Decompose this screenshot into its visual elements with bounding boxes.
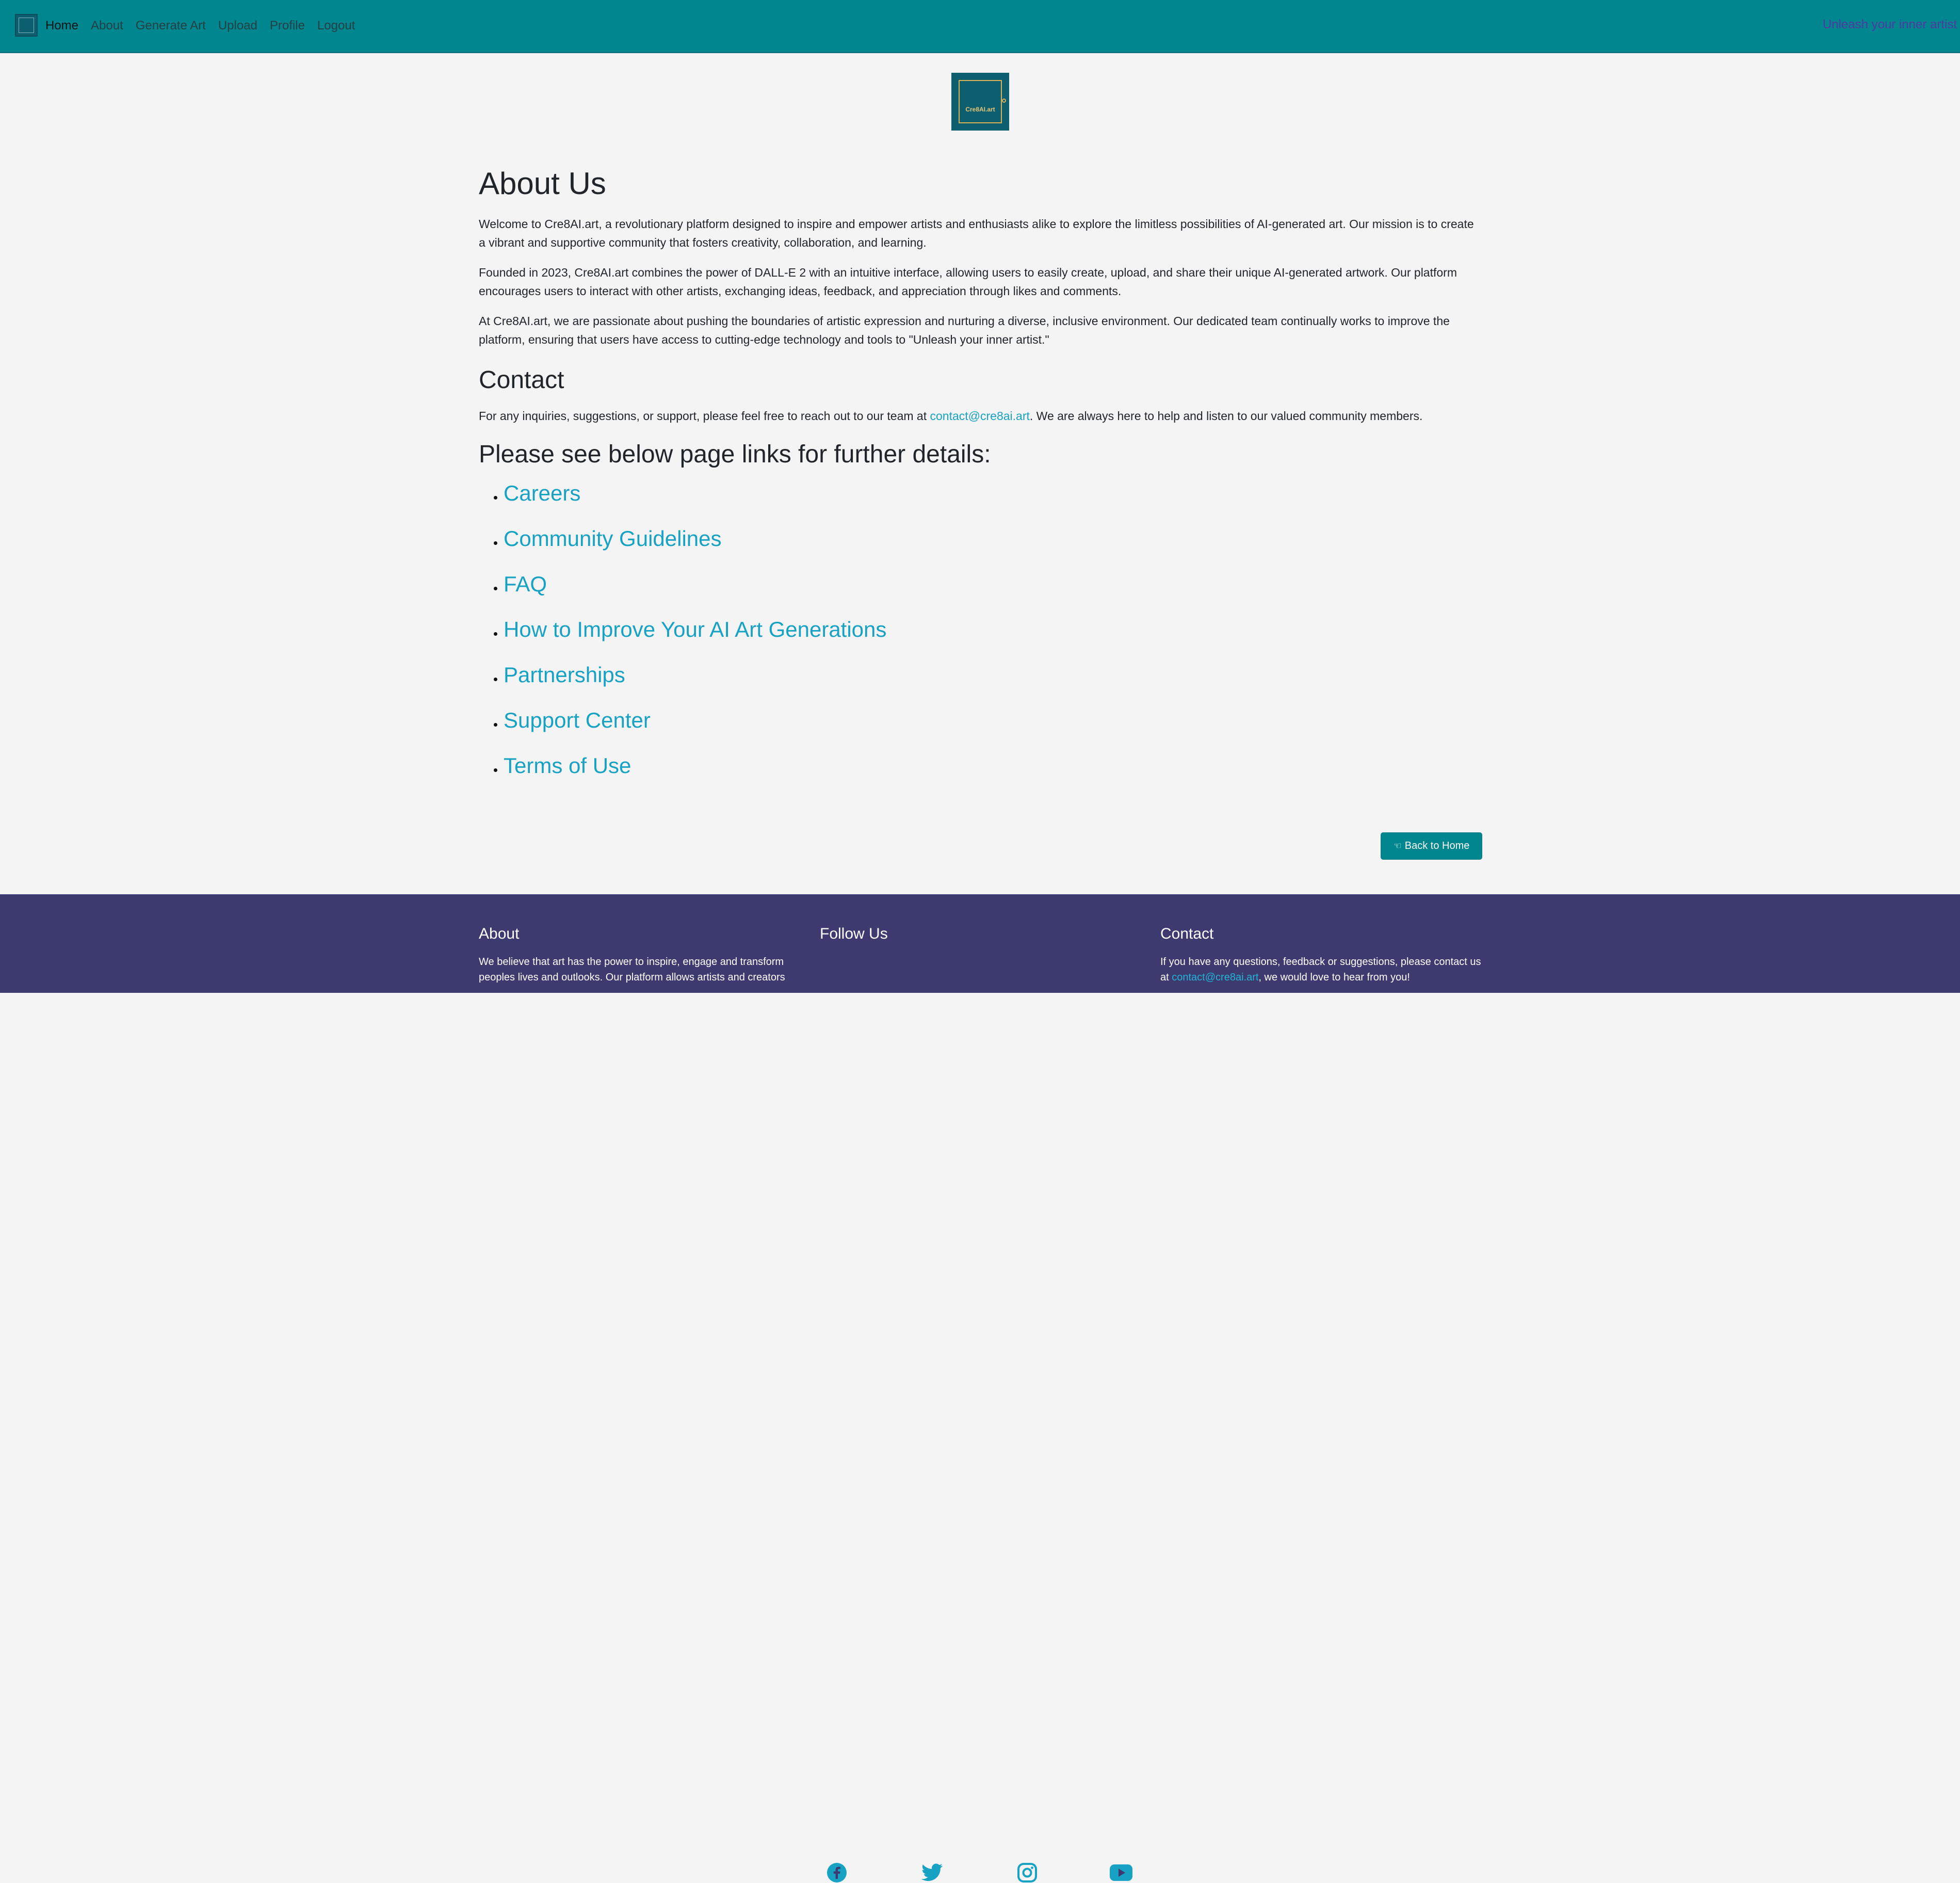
main-content: About Us Welcome to Cre8AI.art, a revolu… bbox=[479, 165, 1482, 798]
contact-text-after: . We are always here to help and listen … bbox=[1029, 409, 1423, 423]
logo-frame bbox=[19, 18, 34, 33]
contact-text-before: For any inquiries, suggestions, or suppo… bbox=[479, 409, 930, 423]
contact-paragraph: For any inquiries, suggestions, or suppo… bbox=[479, 407, 1482, 425]
link-improve-ai-art[interactable]: How to Improve Your AI Art Generations bbox=[504, 617, 886, 641]
youtube-icon[interactable] bbox=[1109, 1864, 1133, 1881]
footer-follow-title: Follow Us bbox=[820, 925, 888, 942]
bullet bbox=[494, 496, 497, 500]
link-partnerships[interactable]: Partnerships bbox=[504, 663, 625, 687]
link-community-guidelines[interactable]: Community Guidelines bbox=[504, 526, 722, 551]
bullet bbox=[494, 632, 497, 636]
nav-logout[interactable]: Logout bbox=[317, 19, 355, 33]
list-item: Support Center bbox=[494, 707, 1482, 733]
bullet bbox=[494, 768, 497, 772]
footer-contact: Contact If you have any questions, feedb… bbox=[1160, 925, 1485, 985]
nav-links: Home About Generate Art Upload Profile L… bbox=[45, 0, 367, 52]
footer-about-title: About bbox=[479, 925, 520, 942]
back-to-home-button[interactable]: ☜ Back to Home bbox=[1381, 832, 1482, 860]
list-item: Terms of Use bbox=[494, 753, 1482, 779]
link-faq[interactable]: FAQ bbox=[504, 572, 547, 596]
back-to-home-label: Back to Home bbox=[1404, 840, 1470, 851]
bullet bbox=[494, 541, 497, 545]
link-terms-of-use[interactable]: Terms of Use bbox=[504, 753, 631, 778]
footer-contact-email-link[interactable]: contact@cre8ai.art bbox=[1172, 972, 1258, 983]
nav-about[interactable]: About bbox=[91, 19, 123, 33]
footer-follow: Follow Us bbox=[820, 925, 1145, 943]
link-support-center[interactable]: Support Center bbox=[504, 708, 651, 732]
list-item: Community Guidelines bbox=[494, 526, 1482, 552]
facebook-icon[interactable] bbox=[827, 1862, 847, 1883]
footer: About We believe that art has the power … bbox=[0, 894, 1960, 1882]
twitter-icon[interactable] bbox=[921, 1863, 943, 1882]
contact-email-link[interactable]: contact@cre8ai.art bbox=[930, 409, 1029, 423]
about-paragraph-3: At Cre8AI.art, we are passionate about p… bbox=[479, 314, 1450, 346]
list-item: FAQ bbox=[494, 571, 1482, 597]
bullet bbox=[494, 678, 497, 682]
nav-profile[interactable]: Profile bbox=[270, 19, 305, 33]
footer-about: About We believe that art has the power … bbox=[479, 925, 804, 985]
navbar: Home About Generate Art Upload Profile L… bbox=[0, 0, 1960, 53]
further-details-title: Please see below page links for further … bbox=[479, 440, 991, 468]
about-title: About Us bbox=[479, 166, 606, 201]
contact-title: Contact bbox=[479, 366, 564, 394]
logo-text: Cre8AI.art bbox=[965, 106, 995, 113]
nav-generate-art[interactable]: Generate Art bbox=[136, 19, 206, 33]
nav-upload[interactable]: Upload bbox=[218, 19, 257, 33]
about-paragraph-2: Founded in 2023, Cre8AI.art combines the… bbox=[479, 266, 1457, 298]
list-item: Partnerships bbox=[494, 662, 1482, 688]
nav-tagline: Unleash your inner artist bbox=[1822, 18, 1957, 31]
logo-dot bbox=[1002, 99, 1006, 103]
footer-contact-after: , we would love to hear from you! bbox=[1258, 972, 1410, 983]
about-paragraph-1: Welcome to Cre8AI.art, a revolutionary p… bbox=[479, 217, 1474, 249]
hand-pointing-left-icon: ☜ bbox=[1393, 841, 1402, 851]
page-links-list: Careers Community Guidelines FAQ How to … bbox=[479, 480, 1482, 779]
footer-contact-text: If you have any questions, feedback or s… bbox=[1160, 954, 1485, 985]
bullet bbox=[494, 587, 497, 591]
link-careers[interactable]: Careers bbox=[504, 481, 580, 505]
instagram-icon[interactable] bbox=[1017, 1862, 1038, 1883]
list-item: Careers bbox=[494, 480, 1482, 506]
bullet bbox=[494, 723, 497, 727]
list-item: How to Improve Your AI Art Generations bbox=[494, 617, 1482, 642]
logo-frame bbox=[959, 80, 1002, 123]
nav-logo[interactable] bbox=[15, 14, 38, 37]
nav-home[interactable]: Home bbox=[45, 19, 78, 33]
site-logo: Cre8AI.art bbox=[951, 73, 1009, 131]
footer-contact-title: Contact bbox=[1160, 925, 1214, 942]
footer-about-text: We believe that art has the power to ins… bbox=[479, 956, 785, 983]
